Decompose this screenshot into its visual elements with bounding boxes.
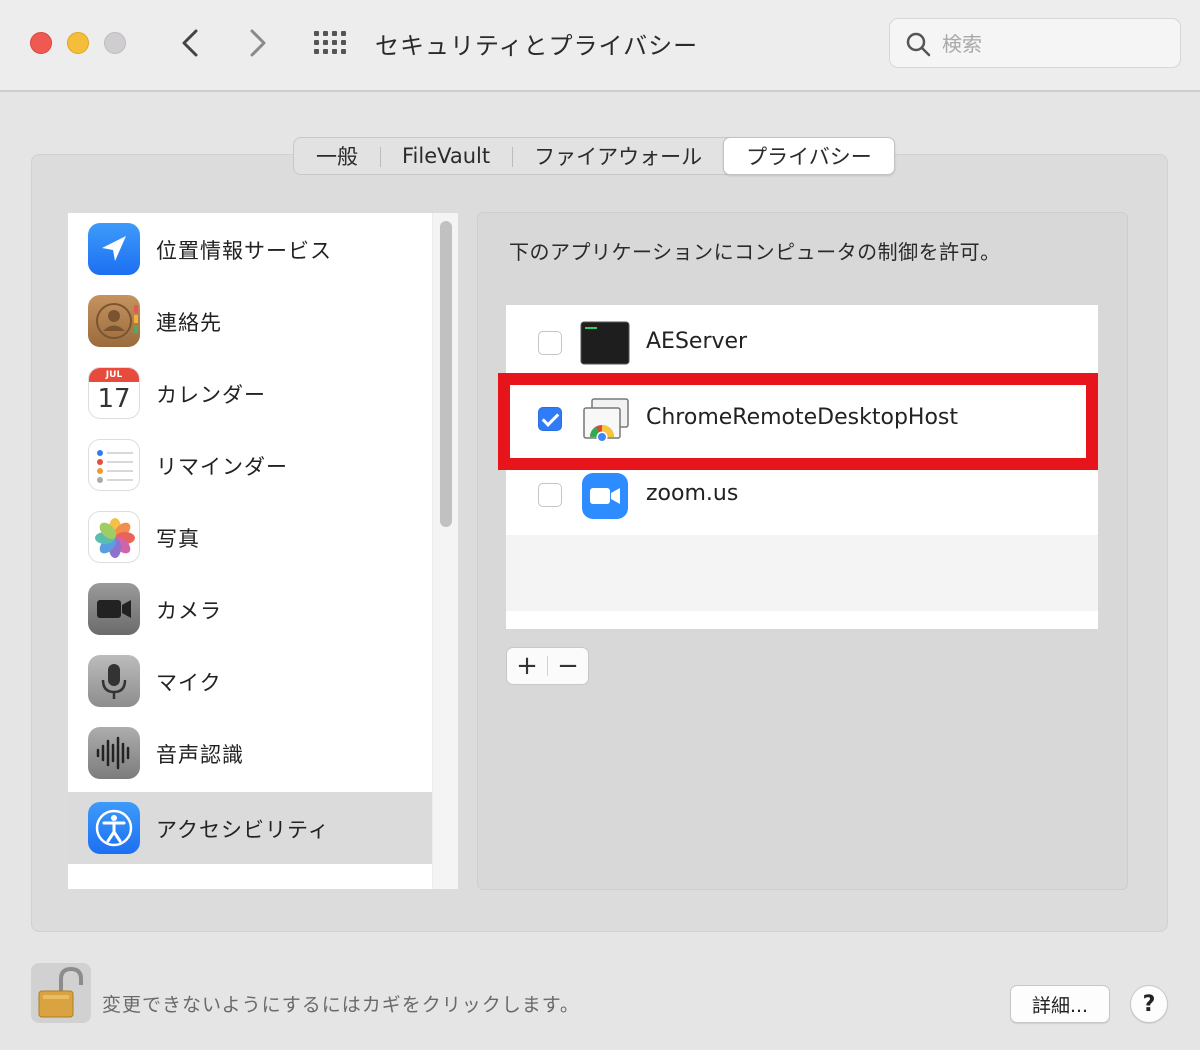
sidebar-item-location-services[interactable]: 位置情報サービス	[68, 213, 432, 285]
sidebar-item-speech-recognition[interactable]: 音声認識	[68, 717, 432, 789]
app-checkbox[interactable]	[538, 331, 562, 355]
pane-description: 下のアプリケーションにコンピュータの制御を許可。	[509, 240, 1001, 264]
chevron-right-icon	[250, 29, 266, 57]
chrome-remote-desktop-icon	[580, 395, 630, 445]
reminders-icon	[88, 439, 140, 491]
sidebar-item-label: 音声認識	[156, 743, 244, 767]
microphone-icon	[88, 655, 140, 707]
lock-button[interactable]	[31, 963, 91, 1023]
sidebar-item-contacts[interactable]: 連絡先	[68, 285, 432, 357]
sidebar-item-label: マイク	[156, 671, 222, 695]
tab-filevault[interactable]: FileVault	[380, 138, 512, 174]
chevron-left-icon	[182, 29, 198, 57]
terminal-icon	[580, 319, 630, 369]
app-checkbox[interactable]	[538, 407, 562, 431]
camera-icon	[88, 583, 140, 635]
sidebar-item-label: リマインダー	[156, 455, 288, 479]
sidebar-item-photos[interactable]: 写真	[68, 501, 432, 573]
sidebar-item-label: アクセシビリティ	[156, 818, 330, 842]
back-button[interactable]	[170, 20, 210, 66]
sidebar-item-label: 連絡先	[156, 311, 222, 335]
search-field[interactable]	[889, 18, 1181, 68]
location-arrow-icon	[88, 223, 140, 275]
app-row-zoom[interactable]: zoom.us	[506, 457, 1098, 533]
app-name: zoom.us	[646, 481, 739, 506]
title-bar: セキュリティとプライバシー	[0, 0, 1200, 92]
app-name: ChromeRemoteDesktopHost	[646, 405, 958, 430]
sidebar-item-accessibility[interactable]: アクセシビリティ	[68, 792, 432, 864]
app-row-aeserver[interactable]: AEServer	[506, 305, 1098, 381]
sidebar-item-reminders[interactable]: リマインダー	[68, 429, 432, 501]
tab-firewall[interactable]: ファイアウォール	[512, 138, 724, 174]
app-list-empty-row	[506, 535, 1098, 611]
add-app-button[interactable]: +	[507, 648, 547, 684]
advanced-button[interactable]: 詳細...	[1010, 985, 1110, 1023]
add-remove-control: + −	[506, 647, 589, 685]
show-all-button[interactable]	[310, 26, 350, 60]
speech-recognition-icon	[88, 727, 140, 779]
minimize-window-button[interactable]	[67, 32, 89, 54]
close-window-button[interactable]	[30, 32, 52, 54]
app-row-chrome-remote-desktop-host[interactable]: ChromeRemoteDesktopHost	[506, 381, 1098, 457]
sidebar-item-label: カメラ	[156, 599, 222, 623]
tab-privacy[interactable]: プライバシー	[723, 137, 895, 175]
forward-button[interactable]	[238, 20, 278, 66]
privacy-category-list: 位置情報サービス 連絡先 JUL 17 カレンダー リマインダー 写真 カメラ …	[68, 213, 458, 889]
sidebar-item-label: 位置情報サービス	[156, 239, 332, 263]
padlock-open-icon	[38, 966, 83, 1018]
sidebar-item-calendar[interactable]: JUL 17 カレンダー	[68, 357, 432, 429]
sidebar-item-microphone[interactable]: マイク	[68, 645, 432, 717]
search-icon	[906, 32, 931, 57]
search-input[interactable]	[942, 29, 1162, 59]
app-name: AEServer	[646, 329, 748, 354]
contacts-icon	[88, 295, 140, 347]
sidebar-item-label: カレンダー	[156, 383, 266, 407]
tab-bar: 一般 FileVault ファイアウォール プライバシー	[293, 137, 895, 175]
accessibility-icon	[88, 802, 140, 854]
sidebar-item-camera[interactable]: カメラ	[68, 573, 432, 645]
scrollbar-thumb[interactable]	[440, 221, 452, 527]
calendar-icon: JUL 17	[88, 367, 140, 419]
remove-app-button[interactable]: −	[548, 648, 588, 684]
zoom-window-button[interactable]	[104, 32, 126, 54]
help-button[interactable]: ?	[1130, 985, 1168, 1023]
sidebar-item-label: 写真	[156, 527, 200, 551]
window-title: セキュリティとプライバシー	[375, 32, 699, 60]
lock-hint-text: 変更できないようにするにはカギをクリックします。	[102, 994, 580, 1016]
zoom-icon	[580, 471, 630, 521]
tab-general[interactable]: 一般	[294, 138, 380, 174]
photos-icon	[88, 511, 140, 563]
app-checkbox[interactable]	[538, 483, 562, 507]
